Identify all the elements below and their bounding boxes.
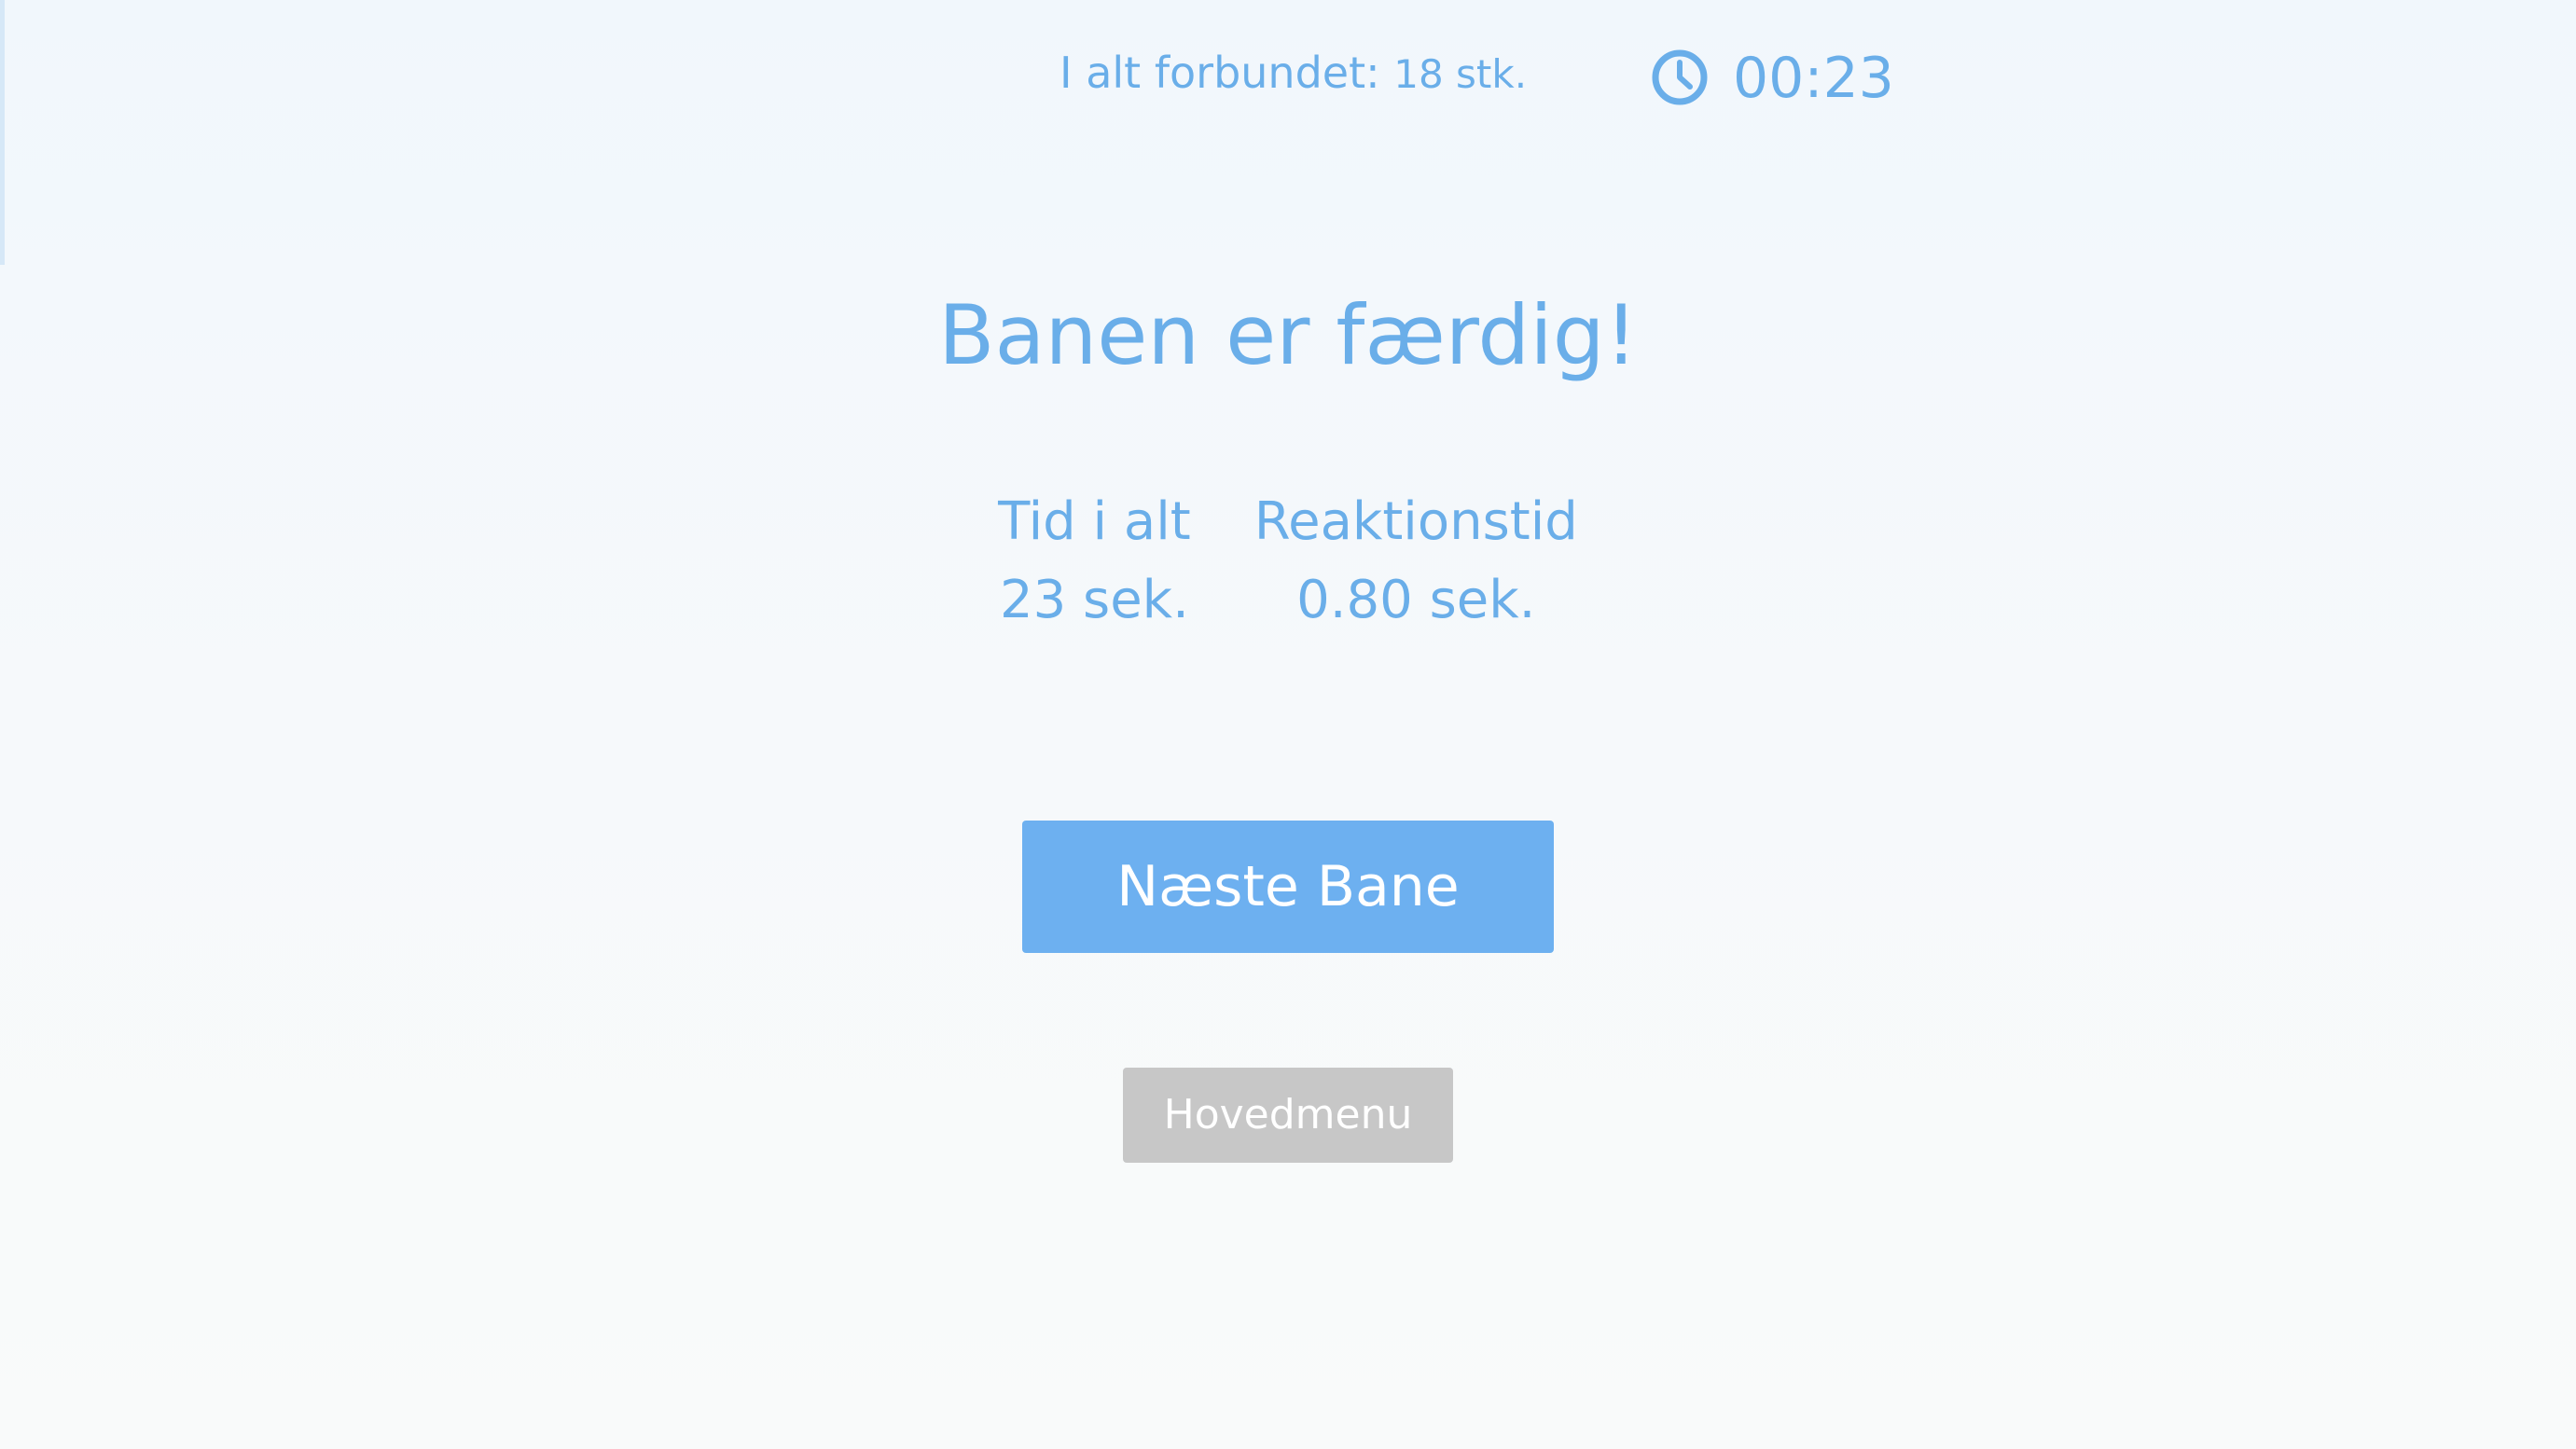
- result-stats: Tid i alt 23 sek. Reaktionstid 0.80 sek.: [0, 483, 2576, 640]
- level-complete-title: Banen er færdig!: [938, 287, 1638, 383]
- stat-reaction-time-value: 0.80 sek.: [1296, 570, 1536, 630]
- left-edge-bar: [0, 0, 5, 265]
- stat-reaction-time: Reaktionstid 0.80 sek.: [1254, 483, 1578, 640]
- clock-icon: [1652, 49, 1708, 105]
- connected-value: 18 stk.: [1393, 51, 1528, 97]
- connected-count: I alt forbundet: 18 stk.: [1059, 45, 1527, 103]
- stat-reaction-time-label: Reaktionstid: [1253, 491, 1578, 552]
- main-menu-button[interactable]: Hovedmenu: [1123, 1068, 1453, 1163]
- stat-total-time: Tid i alt 23 sek.: [998, 483, 1191, 640]
- connected-label: I alt forbundet:: [1059, 48, 1380, 98]
- stat-total-time-label: Tid i alt: [998, 491, 1191, 552]
- stat-total-time-value: 23 sek.: [999, 570, 1189, 630]
- next-level-button[interactable]: Næste Bane: [1022, 821, 1554, 953]
- timer-display: 00:23: [1733, 46, 1894, 111]
